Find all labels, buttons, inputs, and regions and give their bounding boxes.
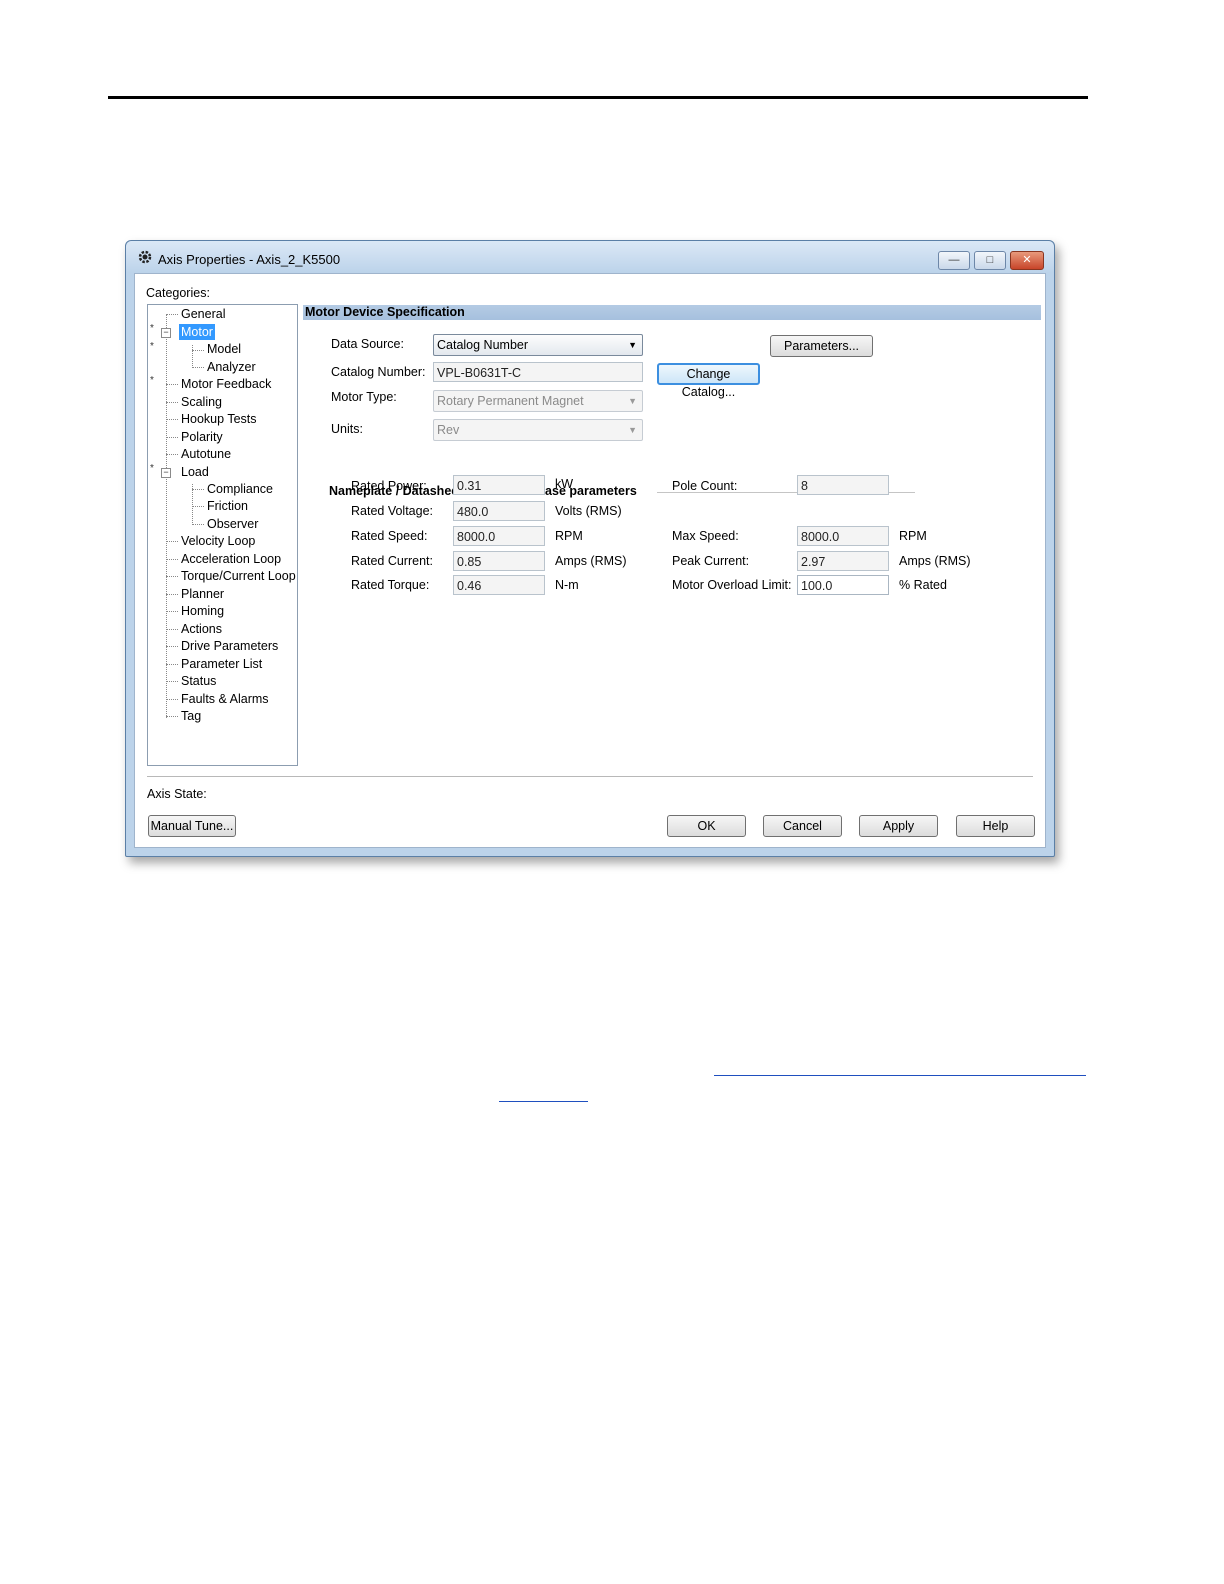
axis-properties-dialog: Axis Properties - Axis_2_K5500 — □ ✕ Cat… — [125, 240, 1055, 857]
hyperlink-underline[interactable] — [499, 1101, 588, 1102]
tree-item-actions[interactable]: Actions — [179, 621, 224, 637]
gear-icon — [138, 250, 152, 264]
section-title: Motor Device Specification — [303, 305, 1041, 320]
tree-item-parameter-list[interactable]: Parameter List — [179, 656, 264, 672]
rated-power-label: Rated Power: — [351, 479, 427, 493]
categories-tree[interactable]: * * * * − − General Motor Model Analyzer… — [147, 304, 298, 766]
rated-current-label: Rated Current: — [351, 554, 433, 568]
rated-voltage-unit: Volts (RMS) — [555, 504, 622, 518]
units-value: Rev — [437, 423, 460, 437]
motor-overload-limit-field[interactable]: 100.0 — [797, 575, 889, 595]
help-button[interactable]: Help — [956, 815, 1035, 837]
motor-type-select[interactable]: Rotary Permanent Magnet ▼ — [433, 390, 643, 412]
tree-item-drive-parameters[interactable]: Drive Parameters — [179, 638, 280, 654]
units-label: Units: — [331, 422, 363, 436]
pole-count-label: Pole Count: — [672, 479, 738, 493]
tree-item-hookup-tests[interactable]: Hookup Tests — [179, 411, 259, 427]
parameters-button[interactable]: Parameters... — [770, 335, 873, 357]
tree-item-general[interactable]: General — [179, 306, 227, 322]
rated-power-unit: kW — [555, 477, 574, 491]
rated-torque-label: Rated Torque: — [351, 578, 430, 592]
change-catalog-button[interactable]: Change Catalog... — [657, 363, 760, 399]
title-bar: Axis Properties - Axis_2_K5500 — □ ✕ — [126, 241, 1054, 273]
minimize-button[interactable]: — — [938, 251, 970, 270]
motor-overload-limit-label: Motor Overload Limit: — [672, 578, 792, 592]
rated-torque-unit: N-m — [555, 578, 579, 592]
data-source-select[interactable]: Catalog Number ▼ — [433, 334, 643, 356]
window-title: Axis Properties - Axis_2_K5500 — [158, 252, 341, 267]
tree-item-model[interactable]: Model — [205, 341, 243, 357]
modified-marker: * — [150, 323, 154, 334]
tree-item-status[interactable]: Status — [179, 673, 218, 689]
manual-tune-button[interactable]: Manual Tune... — [148, 815, 236, 837]
tree-item-velocity-loop[interactable]: Velocity Loop — [179, 533, 257, 549]
peak-current-unit: Amps (RMS) — [899, 554, 971, 568]
rated-voltage-field[interactable]: 480.0 — [453, 501, 545, 521]
collapse-icon[interactable]: − — [161, 468, 171, 478]
tree-item-analyzer[interactable]: Analyzer — [205, 359, 258, 375]
modified-marker: * — [150, 341, 154, 352]
collapse-icon[interactable]: − — [161, 328, 171, 338]
catalog-number-field[interactable]: VPL-B0631T-C — [433, 362, 643, 382]
tree-item-motor[interactable]: Motor — [179, 324, 215, 340]
modified-marker: * — [150, 463, 154, 474]
motor-type-label: Motor Type: — [331, 390, 397, 404]
tree-item-friction[interactable]: Friction — [205, 498, 250, 514]
cancel-button[interactable]: Cancel — [763, 815, 842, 837]
dropdown-arrow-icon: ▼ — [628, 396, 637, 406]
data-source-value: Catalog Number — [437, 338, 529, 352]
categories-label: Categories: — [146, 286, 210, 300]
peak-current-field[interactable]: 2.97 — [797, 551, 889, 571]
tree-item-autotune[interactable]: Autotune — [179, 446, 233, 462]
catalog-number-label: Catalog Number: — [331, 365, 426, 379]
tree-item-tag[interactable]: Tag — [179, 708, 203, 724]
tree-item-compliance[interactable]: Compliance — [205, 481, 275, 497]
tree-item-scaling[interactable]: Scaling — [179, 394, 224, 410]
rated-speed-unit: RPM — [555, 529, 583, 543]
tree-item-load[interactable]: Load — [179, 464, 211, 480]
rated-speed-field[interactable]: 8000.0 — [453, 526, 545, 546]
data-source-label: Data Source: — [331, 337, 404, 351]
max-speed-field[interactable]: 8000.0 — [797, 526, 889, 546]
rated-torque-field[interactable]: 0.46 — [453, 575, 545, 595]
close-icon: ✕ — [1022, 254, 1032, 266]
maximize-button[interactable]: □ — [974, 251, 1006, 270]
tree-item-observer[interactable]: Observer — [205, 516, 260, 532]
rated-current-unit: Amps (RMS) — [555, 554, 627, 568]
minimize-icon: — — [948, 254, 960, 266]
tree-item-acceleration-loop[interactable]: Acceleration Loop — [179, 551, 283, 567]
tree-item-planner[interactable]: Planner — [179, 586, 226, 602]
maximize-icon: □ — [986, 254, 994, 266]
dropdown-arrow-icon: ▼ — [628, 425, 637, 435]
motor-type-value: Rotary Permanent Magnet — [437, 394, 584, 408]
footer-divider — [147, 776, 1033, 777]
motor-overload-limit-unit: % Rated — [899, 578, 947, 592]
rated-voltage-label: Rated Voltage: — [351, 504, 434, 518]
max-speed-unit: RPM — [899, 529, 927, 543]
tree-item-homing[interactable]: Homing — [179, 603, 226, 619]
modified-marker: * — [150, 375, 154, 386]
page-top-rule — [108, 96, 1088, 99]
tree-item-motor-feedback[interactable]: Motor Feedback — [179, 376, 273, 392]
tree-item-polarity[interactable]: Polarity — [179, 429, 225, 445]
axis-state-label: Axis State: — [147, 787, 207, 801]
dropdown-arrow-icon: ▼ — [628, 340, 637, 350]
units-select[interactable]: Rev ▼ — [433, 419, 643, 441]
peak-current-label: Peak Current: — [672, 554, 750, 568]
max-speed-label: Max Speed: — [672, 529, 739, 543]
tree-item-torque-current-loop[interactable]: Torque/Current Loop — [179, 568, 298, 584]
apply-button[interactable]: Apply — [859, 815, 938, 837]
close-button[interactable]: ✕ — [1010, 251, 1044, 270]
pole-count-field[interactable]: 8 — [797, 475, 889, 495]
tree-item-faults-alarms[interactable]: Faults & Alarms — [179, 691, 271, 707]
ok-button[interactable]: OK — [667, 815, 746, 837]
rated-speed-label: Rated Speed: — [351, 529, 428, 543]
rated-current-field[interactable]: 0.85 — [453, 551, 545, 571]
dialog-client-area: Categories: * * * * − − General Motor Mo… — [134, 273, 1046, 848]
hyperlink-underline[interactable] — [714, 1075, 1086, 1076]
rated-power-field[interactable]: 0.31 — [453, 475, 545, 495]
